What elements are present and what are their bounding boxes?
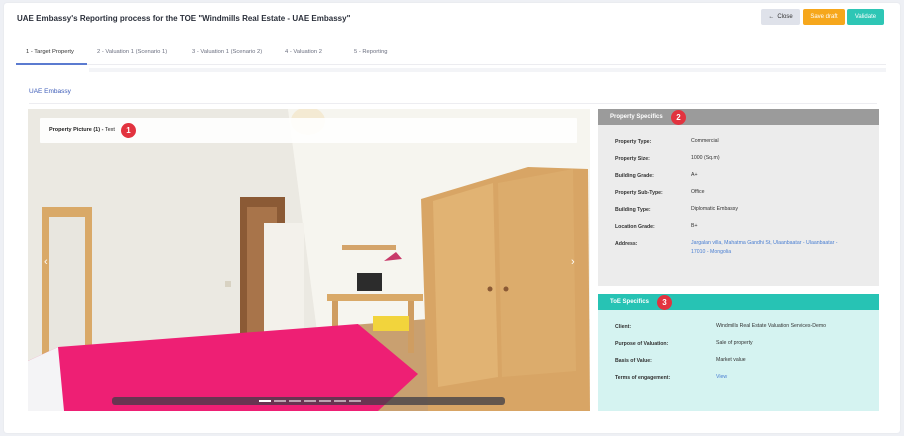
property-photo (28, 109, 590, 411)
toe-specifics-panel: ToE Specifics 3 Client: Windmills Real E… (598, 294, 879, 411)
purpose-of-valuation-value: Sale of property (716, 340, 753, 346)
carousel-dot[interactable] (289, 400, 301, 402)
carousel-dot[interactable] (259, 400, 271, 402)
main-card: UAE Embassy's Reporting process for the … (4, 3, 900, 433)
building-type-label: Building Type: (615, 207, 651, 213)
tab-reporting[interactable]: 5 - Reporting (354, 49, 388, 55)
tab-valuation-1-scenario-1[interactable]: 2 - Valuation 1 (Scenario 1) (97, 49, 167, 55)
section-divider (29, 103, 877, 104)
property-type-label: Property Type: (615, 139, 652, 145)
building-grade-label: Building Grade: (615, 173, 654, 179)
tab-bar: 1 - Target Property 2 - Valuation 1 (Sce… (16, 43, 886, 65)
property-sub-type-label: Property Sub-Type: (615, 190, 663, 196)
close-button[interactable]: ← Close (761, 9, 800, 25)
client-value: Windmills Real Estate Valuation Services… (716, 323, 827, 329)
terms-of-engagement-view-link[interactable]: View (716, 373, 727, 382)
save-draft-button[interactable]: Save draft (803, 9, 845, 25)
carousel-dot[interactable] (334, 400, 346, 402)
building-grade-value: A+ (691, 172, 698, 178)
photo-caption-label: Property Picture (1) - (49, 127, 104, 133)
property-sub-type-value: Office (691, 189, 705, 195)
photo-caption-text: Property Picture (1) - Text (49, 127, 115, 133)
carousel-dot[interactable] (304, 400, 316, 402)
address-value-line2[interactable]: 17010 - Mongolia (691, 248, 731, 257)
tab-valuation-1-scenario-2[interactable]: 3 - Valuation 1 (Scenario 2) (192, 49, 262, 55)
carousel-indicators (112, 397, 505, 405)
address-label: Address: (615, 241, 638, 247)
basis-of-value-label: Basis of Value: (615, 358, 652, 364)
client-label: Client: (615, 324, 632, 330)
arrow-left-icon: ← (768, 14, 775, 20)
photo-caption-value: Text (103, 127, 115, 133)
address-value-line1[interactable]: Jargalan villa, Mahatma Gandhi St, Ulaan… (691, 239, 837, 248)
property-specifics-title: Property Specifics (598, 109, 879, 125)
property-photo-carousel: Property Picture (1) - Text 1 ‹ › (28, 109, 590, 411)
property-size-value: 1000 (Sq.m) (691, 155, 720, 161)
property-specifics-panel: Property Specifics 2 Property Type: Comm… (598, 109, 879, 286)
photo-caption: Property Picture (1) - Text 1 (40, 118, 577, 143)
building-type-value: Diplomatic Embassy (691, 206, 738, 212)
tab-strip-background (89, 68, 886, 72)
carousel-prev-arrow-icon[interactable]: ‹ (44, 256, 48, 268)
location-grade-value: B+ (691, 223, 698, 229)
section-title: UAE Embassy (29, 88, 71, 95)
carousel-next-arrow-icon[interactable]: › (571, 256, 575, 268)
basis-of-value-value: Market value (716, 357, 746, 363)
validate-button[interactable]: Validate (847, 9, 884, 25)
property-type-value: Commercial (691, 138, 719, 144)
location-grade-label: Location Grade: (615, 224, 655, 230)
page-title: UAE Embassy's Reporting process for the … (17, 14, 351, 23)
badge-1: 1 (121, 123, 136, 138)
carousel-dot[interactable] (349, 400, 361, 402)
toe-specifics-title: ToE Specifics (598, 294, 879, 310)
tab-target-property[interactable]: 1 - Target Property (26, 49, 74, 55)
active-tab-indicator (16, 63, 87, 65)
badge-3: 3 (657, 295, 672, 310)
terms-of-engagement-label: Terms of engagement: (615, 375, 671, 381)
carousel-dot[interactable] (319, 400, 331, 402)
tab-valuation-2[interactable]: 4 - Valuation 2 (285, 49, 322, 55)
close-button-label: Close (777, 14, 793, 20)
carousel-dot[interactable] (274, 400, 286, 402)
property-size-label: Property Size: (615, 156, 650, 162)
badge-2: 2 (671, 110, 686, 125)
purpose-of-valuation-label: Purpose of Valuation: (615, 341, 669, 347)
